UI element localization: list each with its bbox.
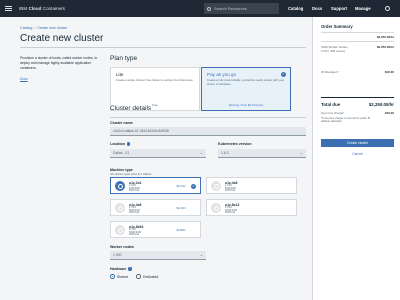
summary-line-value: $2,250.00/hr xyxy=(376,45,394,49)
machine-icon xyxy=(115,181,125,191)
brand-logo[interactable]: IBM Cloud Containers xyxy=(19,6,65,11)
chevron-down-icon: ⌄ xyxy=(299,151,303,155)
docs-link[interactable]: Docs xyxy=(20,77,28,81)
shared-label: Shared xyxy=(117,274,128,279)
machine-spec-disk: 8GB Disk xyxy=(129,189,140,193)
breadcrumb: Catalog / Create new cluster xyxy=(20,26,68,30)
machine-spec-disk: 8GB Disk xyxy=(225,189,236,193)
machine-type-label: Machine type xyxy=(110,168,133,172)
machine-card[interactable]: u1c.4x8 4 CPU 8GB RAM 8GB Disk $0.24/hr xyxy=(110,199,201,216)
main-content: Catalog / Create new cluster Create new cl… xyxy=(0,17,312,300)
top-navigation-bar: IBM Cloud Containers Search Resources Ca… xyxy=(0,0,400,17)
menu-icon[interactable] xyxy=(0,0,17,17)
plan-type-heading: Plan type xyxy=(110,55,138,62)
order-summary-panel: Order Summary $2,250.00/hr 1000 Worker N… xyxy=(312,17,400,300)
divider xyxy=(321,97,394,98)
summary-line-ip: IP Allocation* $16.00 xyxy=(321,70,394,74)
brand-suffix: Containers xyxy=(42,6,65,11)
machine-card[interactable]: u1c.2x4 2 CPU 4GB RAM 8GB Disk $0.10/hr … xyxy=(110,177,201,194)
brand-prefix: IBM xyxy=(19,6,28,11)
machine-icon xyxy=(115,225,125,235)
machine-card[interactable]: u1c.8x12 8 CPU 12GB RAM 8GB Disk xyxy=(206,199,297,216)
machine-spec-disk: 8GB Disk xyxy=(129,233,140,237)
kubernetes-version-label: Kubernetes version xyxy=(218,142,252,146)
summary-line-value: $2,250.00/hr xyxy=(376,35,394,39)
divider xyxy=(110,117,306,118)
cancel-link[interactable]: Cancel xyxy=(321,152,394,156)
total-value: $2,250.00/hr xyxy=(368,102,394,107)
location-label: Location xyxy=(110,142,131,146)
total-label: Total due xyxy=(321,102,341,107)
brand-product: Cloud xyxy=(28,6,42,11)
nav-support[interactable]: Support xyxy=(331,0,347,17)
cluster-details-heading: Cluster details xyxy=(110,105,152,112)
summary-line-label: IP Allocation* xyxy=(321,70,339,74)
hardware-label: Hardware xyxy=(110,267,132,271)
plan-card-pay-as-you-go[interactable]: Pay as you go ✓ Create a fully customiza… xyxy=(201,67,291,111)
intro-text: Provision a cluster of hosts, called wor… xyxy=(20,56,98,70)
summary-line-value: $16.00 xyxy=(384,70,394,74)
machine-icon xyxy=(115,203,125,213)
plan-description: Create a fully customizable, production-… xyxy=(207,78,285,86)
dedicated-radio[interactable] xyxy=(136,274,141,279)
create-cluster-button[interactable]: Create cluster xyxy=(321,139,394,147)
machine-spec-disk: 8GB Disk xyxy=(129,211,140,215)
machine-card[interactable]: u1c.4x8 4 CPU 8GB RAM 8GB Disk xyxy=(206,177,297,194)
nav-catalog[interactable]: Catalog xyxy=(288,0,303,17)
user-avatar-icon[interactable] xyxy=(385,6,390,11)
divider xyxy=(321,41,394,42)
machine-price: $0.89/hr xyxy=(176,229,186,232)
order-summary-title: Order Summary xyxy=(321,24,353,29)
breadcrumb-catalog[interactable]: Catalog xyxy=(20,26,32,30)
location-value: Dallas - 01 xyxy=(113,151,130,155)
kubernetes-version-select[interactable]: 1.6.3 ⌄ xyxy=(218,149,306,158)
breadcrumb-current[interactable]: Create new cluster xyxy=(37,26,67,30)
search-icon xyxy=(207,6,211,11)
info-icon[interactable] xyxy=(126,142,131,146)
nav-manage[interactable]: Manage xyxy=(355,0,371,17)
plan-name: Pay as you go xyxy=(207,72,237,77)
plan-description: Create a single, limited, free cluster t… xyxy=(116,78,194,82)
one-time-label: One time charge* xyxy=(321,111,345,115)
summary-line-label: 1000 Worker Nodes xyxy=(321,45,348,49)
checkmark-icon: ✓ xyxy=(281,72,286,77)
cluster-name-field[interactable]: v3c2x4-dallas-01-38124834ec3ef938 xyxy=(110,127,306,136)
nav-docs[interactable]: Docs xyxy=(312,0,322,17)
location-select[interactable]: Dallas - 01 ⌄ xyxy=(110,149,206,158)
worker-nodes-label: Worker nodes xyxy=(110,245,134,249)
search-placeholder: Search Resources xyxy=(214,6,247,11)
machine-spec-disk: 8GB Disk xyxy=(225,211,236,215)
info-icon[interactable] xyxy=(128,267,132,271)
summary-line-workers: 1000 Worker Nodes $2,250.00/hr xyxy=(321,45,394,49)
machine-icon xyxy=(211,203,221,213)
page-title: Create new cluster xyxy=(20,33,104,44)
search-input[interactable]: Search Resources xyxy=(204,3,279,14)
plan-name: Lite xyxy=(116,72,124,77)
checkmark-icon: ✓ xyxy=(191,184,196,189)
summary-line-sub: 2 CPU, 4GB memory xyxy=(321,50,346,53)
cluster-name-value: v3c2x4-dallas-01-38124834ec3ef938 xyxy=(113,129,169,133)
divider xyxy=(321,32,394,33)
machine-card[interactable]: u1c.8x64 8 CPU 64GB RAM 8GB Disk $0.89/h… xyxy=(110,221,201,238)
plan-price: Warning: From $0.10 hourly xyxy=(228,103,264,107)
machine-price: $0.10/hr xyxy=(176,185,186,188)
one-time-charge: One time charge* $16.00 xyxy=(321,111,394,115)
divider xyxy=(20,47,306,48)
machine-icon xyxy=(211,181,221,191)
cluster-name-label: Cluster name xyxy=(110,121,133,125)
machine-price: $0.24/hr xyxy=(176,207,186,210)
total-due: Total due $2,250.00/hr xyxy=(321,102,394,107)
shared-radio[interactable] xyxy=(110,274,115,279)
worker-nodes-value: 1,000 xyxy=(113,253,122,257)
summary-note: *A one-time charge is incurred for publi… xyxy=(321,117,371,124)
dedicated-label: Dedicated xyxy=(143,274,159,279)
worker-nodes-select[interactable]: 1,000 ⌄ xyxy=(110,251,206,260)
kubernetes-version-value: 1.6.3 xyxy=(221,151,229,155)
one-time-value: $16.00 xyxy=(384,111,394,115)
chevron-down-icon: ⌄ xyxy=(199,253,203,257)
chevron-down-icon: ⌄ xyxy=(199,151,203,155)
machine-type-hint: All machine types sized at 1 GB/sec xyxy=(110,173,152,176)
